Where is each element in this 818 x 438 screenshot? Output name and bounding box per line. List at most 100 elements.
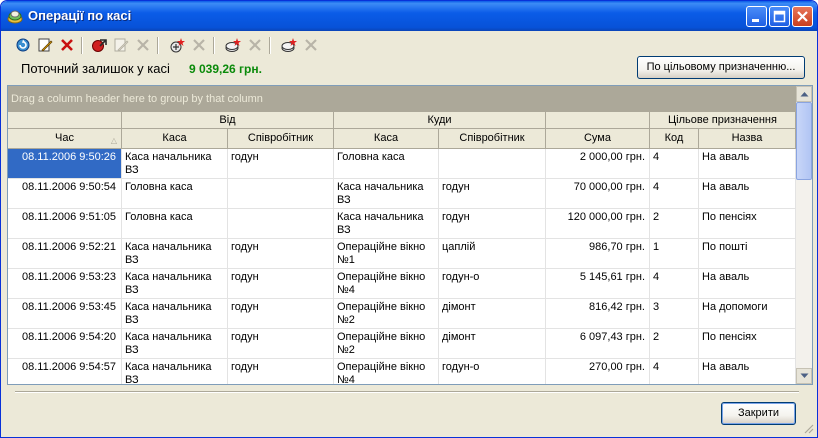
- refresh-button[interactable]: [13, 35, 33, 55]
- band-header-from[interactable]: Від: [122, 112, 334, 129]
- add-operation-button[interactable]: [167, 35, 187, 55]
- cell-time[interactable]: 08.11.2006 9:50:54: [8, 179, 122, 209]
- cell-sum[interactable]: 270,00 грн.: [546, 359, 650, 384]
- table-row[interactable]: 08.11.2006 9:52:21 Каса начальника ВЗ го…: [8, 239, 796, 269]
- column-header-from-cash[interactable]: Каса: [122, 129, 228, 149]
- maximize-button[interactable]: [769, 6, 790, 27]
- cell-from-employee[interactable]: годун: [228, 299, 334, 329]
- cell-to-cash[interactable]: Головна каса: [334, 149, 439, 179]
- cell-to-cash[interactable]: Операційне вікно №4: [334, 359, 439, 384]
- cell-to-employee[interactable]: цаплій: [439, 239, 546, 269]
- cell-to-employee[interactable]: [439, 149, 546, 179]
- cell-to-cash[interactable]: Операційне вікно №2: [334, 329, 439, 359]
- cell-sum[interactable]: 120 000,00 грн.: [546, 209, 650, 239]
- cell-to-employee[interactable]: дімонт: [439, 329, 546, 359]
- cell-code[interactable]: 4: [650, 359, 699, 384]
- cell-to-cash[interactable]: Операційне вікно №1: [334, 239, 439, 269]
- cell-name[interactable]: На аваль: [699, 149, 796, 179]
- edit-button[interactable]: [35, 35, 55, 55]
- cell-name[interactable]: На аваль: [699, 179, 796, 209]
- cell-from-employee[interactable]: годун: [228, 359, 334, 384]
- cell-time[interactable]: 08.11.2006 9:50:26: [8, 149, 122, 179]
- cell-from-cash[interactable]: Каса начальника ВЗ: [122, 239, 228, 269]
- cell-code[interactable]: 1: [650, 239, 699, 269]
- cell-to-employee[interactable]: годун: [439, 179, 546, 209]
- band-header-purpose[interactable]: Цільове призначення: [650, 112, 796, 129]
- cell-to-employee[interactable]: дімонт: [439, 299, 546, 329]
- cell-name[interactable]: По пенсіях: [699, 209, 796, 239]
- cell-name[interactable]: По пенсіях: [699, 329, 796, 359]
- cell-sum[interactable]: 2 000,00 грн.: [546, 149, 650, 179]
- cell-to-employee[interactable]: годун-о: [439, 359, 546, 384]
- table-row[interactable]: 08.11.2006 9:54:57 Каса начальника ВЗ го…: [8, 359, 796, 384]
- cell-name[interactable]: По пошті: [699, 239, 796, 269]
- cell-to-cash[interactable]: Каса начальника ВЗ: [334, 179, 439, 209]
- transfer-button[interactable]: [89, 35, 109, 55]
- cell-from-cash[interactable]: Головна каса: [122, 209, 228, 239]
- cell-from-cash[interactable]: Каса начальника ВЗ: [122, 269, 228, 299]
- column-header-to-cash[interactable]: Каса: [334, 129, 439, 149]
- table-row[interactable]: 08.11.2006 9:53:23 Каса начальника ВЗ го…: [8, 269, 796, 299]
- cell-sum[interactable]: 70 000,00 грн.: [546, 179, 650, 209]
- title-bar[interactable]: Операції по касі: [1, 1, 817, 31]
- column-header-name[interactable]: Назва: [699, 129, 796, 149]
- cell-code[interactable]: 2: [650, 329, 699, 359]
- cell-code[interactable]: 3: [650, 299, 699, 329]
- add-income-button[interactable]: [223, 35, 243, 55]
- group-by-panel[interactable]: Drag a column header here to group by th…: [8, 86, 796, 112]
- scroll-thumb[interactable]: [796, 102, 812, 180]
- cell-from-cash[interactable]: Каса начальника ВЗ: [122, 149, 228, 179]
- scroll-up-button[interactable]: [796, 86, 812, 102]
- cell-from-cash[interactable]: Каса начальника ВЗ: [122, 299, 228, 329]
- table-row[interactable]: 08.11.2006 9:50:26 Каса начальника ВЗ го…: [8, 149, 796, 179]
- cell-from-employee[interactable]: годун: [228, 329, 334, 359]
- column-header-code[interactable]: Код: [650, 129, 699, 149]
- column-header-sum[interactable]: Сума: [546, 129, 650, 149]
- cell-time[interactable]: 08.11.2006 9:54:20: [8, 329, 122, 359]
- delete-button[interactable]: [57, 35, 77, 55]
- cell-name[interactable]: На аваль: [699, 269, 796, 299]
- by-purpose-button[interactable]: По цільовому призначенню...: [637, 56, 805, 79]
- table-row[interactable]: 08.11.2006 9:54:20 Каса начальника ВЗ го…: [8, 329, 796, 359]
- cell-sum[interactable]: 816,42 грн.: [546, 299, 650, 329]
- cell-to-employee[interactable]: годун-о: [439, 269, 546, 299]
- cell-name[interactable]: На допомоги: [699, 299, 796, 329]
- cell-to-cash[interactable]: Операційне вікно №4: [334, 269, 439, 299]
- cell-to-employee[interactable]: годун: [439, 209, 546, 239]
- column-header-to-employee[interactable]: Співробітник: [439, 129, 546, 149]
- close-button[interactable]: Закрити: [721, 402, 796, 425]
- cell-from-employee[interactable]: годун: [228, 149, 334, 179]
- cell-time[interactable]: 08.11.2006 9:52:21: [8, 239, 122, 269]
- resize-grip-icon[interactable]: [802, 422, 814, 434]
- vertical-scrollbar[interactable]: [796, 86, 812, 384]
- table-row[interactable]: 08.11.2006 9:51:05 Головна каса Каса нач…: [8, 209, 796, 239]
- cell-time[interactable]: 08.11.2006 9:53:45: [8, 299, 122, 329]
- cell-from-cash[interactable]: Каса начальника ВЗ: [122, 329, 228, 359]
- cell-from-employee[interactable]: [228, 209, 334, 239]
- cell-code[interactable]: 4: [650, 269, 699, 299]
- cell-time[interactable]: 08.11.2006 9:51:05: [8, 209, 122, 239]
- table-row[interactable]: 08.11.2006 9:50:54 Головна каса Каса нач…: [8, 179, 796, 209]
- cell-time[interactable]: 08.11.2006 9:54:57: [8, 359, 122, 384]
- cell-from-cash[interactable]: Каса начальника ВЗ: [122, 359, 228, 384]
- cell-to-cash[interactable]: Каса начальника ВЗ: [334, 209, 439, 239]
- scroll-down-button[interactable]: [796, 368, 812, 384]
- cell-sum[interactable]: 986,70 грн.: [546, 239, 650, 269]
- cell-code[interactable]: 4: [650, 149, 699, 179]
- band-header-to[interactable]: Куди: [334, 112, 546, 129]
- cell-sum[interactable]: 6 097,43 грн.: [546, 329, 650, 359]
- table-row[interactable]: 08.11.2006 9:53:45 Каса начальника ВЗ го…: [8, 299, 796, 329]
- cell-from-employee[interactable]: [228, 179, 334, 209]
- cell-code[interactable]: 4: [650, 179, 699, 209]
- cell-from-cash[interactable]: Головна каса: [122, 179, 228, 209]
- column-header-time[interactable]: Час △: [8, 129, 122, 149]
- cell-time[interactable]: 08.11.2006 9:53:23: [8, 269, 122, 299]
- cell-sum[interactable]: 5 145,61 грн.: [546, 269, 650, 299]
- column-header-from-employee[interactable]: Співробітник: [228, 129, 334, 149]
- cell-from-employee[interactable]: годун: [228, 269, 334, 299]
- cell-to-cash[interactable]: Операційне вікно №2: [334, 299, 439, 329]
- add-expense-button[interactable]: [279, 35, 299, 55]
- cell-from-employee[interactable]: годун: [228, 239, 334, 269]
- minimize-button[interactable]: [746, 6, 767, 27]
- close-window-button[interactable]: [792, 6, 813, 27]
